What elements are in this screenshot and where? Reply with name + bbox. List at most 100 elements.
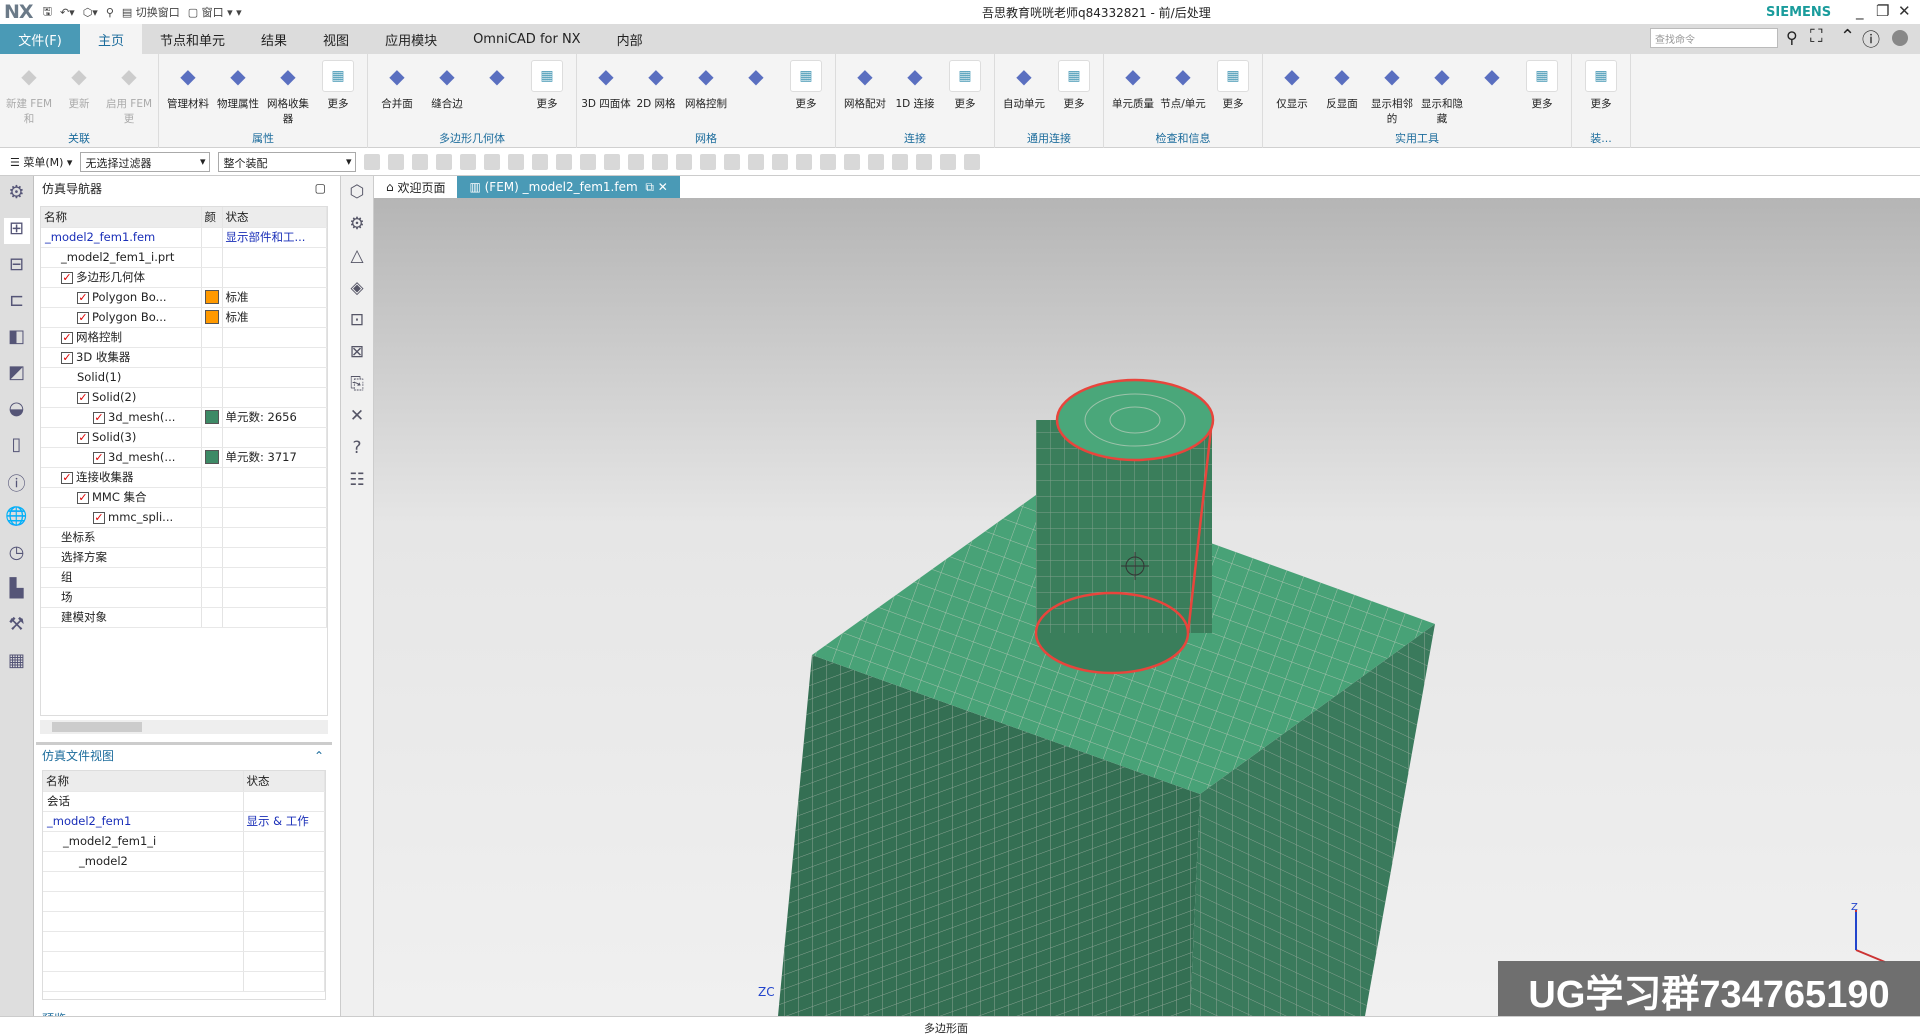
toolbar-tool-icon[interactable]: [964, 153, 981, 170]
collapse-ribbon-icon[interactable]: ⌃: [1840, 26, 1855, 47]
toolbar-tool-icon[interactable]: [892, 153, 909, 170]
close-x-icon[interactable]: ✕: [345, 406, 369, 430]
toolbar-tool-icon[interactable]: [604, 153, 621, 170]
info-list-icon[interactable]: ☷: [345, 470, 369, 494]
toolbar-tool-icon[interactable]: [772, 153, 789, 170]
color-swatch[interactable]: [204, 450, 219, 465]
color-swatch[interactable]: [204, 410, 219, 425]
tree-row[interactable]: ✓ 3D 收集器: [41, 347, 327, 368]
mesh-icon[interactable]: ⬡: [345, 182, 369, 206]
simulation-navigator-icon[interactable]: ⊞: [3, 218, 30, 244]
toolbar-tool-icon[interactable]: [484, 153, 501, 170]
toolbar-tool-icon[interactable]: [508, 153, 525, 170]
minimize-button[interactable]: _: [1856, 2, 1864, 20]
maximize-panel-icon[interactable]: ▢: [315, 181, 326, 195]
toolbar-tool-icon[interactable]: [676, 153, 693, 170]
toolbar-tool-icon[interactable]: [388, 153, 405, 170]
web-browser-icon[interactable]: 🌐: [4, 506, 30, 532]
toolbar-tool-icon[interactable]: [796, 153, 813, 170]
toolbar-tool-icon[interactable]: [460, 153, 477, 170]
user-avatar[interactable]: [1892, 30, 1908, 46]
fullscreen-icon[interactable]: ⛶: [1810, 26, 1823, 47]
tab-omnicad[interactable]: OmniCAD for NX: [455, 24, 599, 54]
tab-nodes-elements[interactable]: 节点和单元: [142, 24, 243, 54]
tools-icon[interactable]: ⚒: [4, 614, 30, 640]
settings-icon[interactable]: ⚙: [4, 182, 30, 208]
file-column-status[interactable]: 状态: [243, 771, 325, 792]
export-icon[interactable]: ⊡: [345, 310, 369, 334]
tab-welcome[interactable]: ⌂ 欢迎页面: [374, 176, 457, 198]
tree-row[interactable]: ✓ Polygon Bo... 标准: [41, 287, 327, 308]
toolbar-tool-icon[interactable]: [412, 153, 429, 170]
help-icon[interactable]: ⓘ: [1862, 26, 1880, 52]
new-file-icon[interactable]: ⎘: [345, 374, 369, 398]
tree-row[interactable]: ✓ mmc_spli...: [41, 507, 327, 528]
toolbar-tool-icon[interactable]: [652, 153, 669, 170]
tree-row[interactable]: ✓ 网格控制: [41, 327, 327, 348]
toolbar-tool-icon[interactable]: [700, 153, 717, 170]
tree-row[interactable]: _model2_fem1_i.prt: [41, 247, 327, 268]
tree-row[interactable]: _model2_fem1_i: [43, 831, 325, 852]
tree-row[interactable]: 组: [41, 567, 327, 588]
tree-row[interactable]: _model2_fem1.fem 显示部件和工...: [41, 227, 327, 248]
file-view-header[interactable]: 仿真文件视图 ⌃: [36, 742, 332, 766]
toolbar-tool-icon[interactable]: [724, 153, 741, 170]
toolbar-tool-icon[interactable]: [580, 153, 597, 170]
tab-home[interactable]: 主页: [80, 24, 143, 54]
tree-row[interactable]: ✓ Solid(3): [41, 427, 327, 448]
visibility-checkbox[interactable]: ✓: [77, 311, 89, 324]
toolbar-tool-icon[interactable]: [364, 153, 381, 170]
tree-row[interactable]: ✓ 3d_mesh(... 单元数: 3717: [41, 447, 327, 468]
mesh-collector-icon[interactable]: ⚙: [345, 214, 369, 238]
visibility-checkbox[interactable]: ✓: [61, 271, 73, 284]
tab-fem-file[interactable]: ▥ (FEM) _model2_fem1.fem ⧉ ✕: [457, 176, 680, 198]
close-tab-icon[interactable]: ✕: [658, 180, 668, 194]
toolbar-tool-icon[interactable]: [556, 153, 573, 170]
toolbar-tool-icon[interactable]: [868, 153, 885, 170]
tab-application[interactable]: 应用模块: [367, 24, 455, 54]
visibility-checkbox[interactable]: ✓: [77, 431, 89, 444]
visibility-checkbox[interactable]: ✓: [61, 331, 73, 344]
tetra-icon[interactable]: △: [345, 246, 369, 270]
command-search-input[interactable]: 查找命令: [1650, 28, 1778, 48]
close-button[interactable]: ✕: [1898, 2, 1911, 20]
delete-box-icon[interactable]: ⊠: [345, 342, 369, 366]
visibility-checkbox[interactable]: ✓: [61, 471, 73, 484]
reuse-library-icon[interactable]: ◒: [4, 398, 30, 424]
tab-results[interactable]: 结果: [243, 24, 305, 54]
restore-button[interactable]: ❐: [1876, 2, 1889, 20]
color-swatch[interactable]: [204, 290, 219, 305]
help-icon[interactable]: ?: [345, 438, 369, 462]
palette-icon[interactable]: ▙: [4, 578, 30, 604]
toolbar-tool-icon[interactable]: [940, 153, 957, 170]
solid-icon[interactable]: ◈: [345, 278, 369, 302]
repeat-command-icon[interactable]: ⚲: [106, 6, 114, 19]
visibility-checkbox[interactable]: ✓: [93, 511, 105, 524]
toolbar-tool-icon[interactable]: [748, 153, 765, 170]
toolbar-tool-icon[interactable]: [916, 153, 933, 170]
toolbar-tool-icon[interactable]: [436, 153, 453, 170]
tree-row[interactable]: ✓ MMC 集合: [41, 487, 327, 508]
graphics-viewport[interactable]: Z ZC: [374, 198, 1920, 1016]
tree-row[interactable]: ✓ Polygon Bo... 标准: [41, 307, 327, 328]
collapse-icon[interactable]: ⌃: [314, 749, 324, 763]
tree-row[interactable]: ✓ 多边形几何体: [41, 267, 327, 288]
history-clock-icon[interactable]: ◷: [4, 542, 30, 568]
table-icon[interactable]: ▦: [4, 650, 30, 676]
navigator-horizontal-scrollbar[interactable]: [40, 720, 328, 734]
tab-view[interactable]: 视图: [305, 24, 367, 54]
history-icon[interactable]: ⊏: [4, 290, 30, 316]
tree-row[interactable]: _model2: [43, 851, 325, 872]
selection-scope-select[interactable]: 整个装配: [218, 151, 357, 172]
selection-filter-select[interactable]: 无选择过滤器: [80, 151, 211, 172]
visibility-checkbox[interactable]: ✓: [93, 451, 105, 464]
column-name[interactable]: 名称: [41, 207, 202, 228]
toolbar-tool-icon[interactable]: [844, 153, 861, 170]
visibility-checkbox[interactable]: ✓: [77, 291, 89, 304]
column-status[interactable]: 状态: [222, 207, 327, 228]
window-menu-button[interactable]: ▢ 窗口 ▾ ▾: [188, 4, 242, 20]
visibility-checkbox[interactable]: ✓: [77, 491, 89, 504]
search-icon[interactable]: ⚲: [1786, 28, 1798, 47]
toolbar-tool-icon[interactable]: [532, 153, 549, 170]
undock-icon[interactable]: ⧉: [645, 180, 654, 195]
